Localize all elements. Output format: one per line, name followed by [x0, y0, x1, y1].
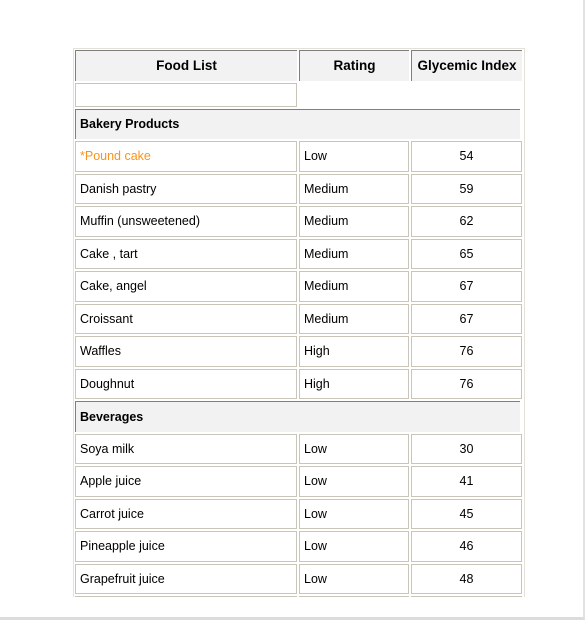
- food-cell: Cake, angel: [75, 271, 297, 302]
- gi-cell: 48: [411, 563, 522, 594]
- rating-cell: Low: [299, 531, 409, 562]
- food-cell: Danish pastry: [75, 173, 297, 204]
- table-row: Muffin (unsweetened) Medium 62: [74, 205, 524, 238]
- table-row: *Pound cake Low 54: [74, 140, 524, 173]
- table-header-row: Food List Rating Glycemic Index: [74, 49, 524, 82]
- empty-row: [74, 82, 524, 108]
- rating-cell: Low: [299, 563, 409, 594]
- header-glycemic-index: Glycemic Index: [411, 50, 522, 81]
- food-cell: Soya milk: [75, 433, 297, 464]
- food-cell: Waffles: [75, 336, 297, 367]
- table-row: Pineapple juice Low 46: [74, 530, 524, 563]
- food-cell: [75, 596, 297, 597]
- rating-cell: Medium: [299, 271, 409, 302]
- table-row: Grapefruit juice Low 48: [74, 563, 524, 596]
- section-row: Beverages: [74, 400, 524, 433]
- header-rating: Rating: [299, 50, 409, 81]
- gi-cell: 62: [411, 206, 522, 237]
- food-cell: Pineapple juice: [75, 531, 297, 562]
- rating-cell: Low: [299, 498, 409, 529]
- rating-cell: High: [299, 336, 409, 367]
- table-row: Cake , tart Medium 65: [74, 238, 524, 271]
- gi-cell: 30: [411, 433, 522, 464]
- gi-cell: [411, 596, 522, 597]
- section-title: Beverages: [75, 401, 520, 432]
- gi-cell: 59: [411, 173, 522, 204]
- table-row: Danish pastry Medium 59: [74, 173, 524, 206]
- food-cell: *Pound cake: [75, 141, 297, 172]
- rating-cell: Low: [299, 433, 409, 464]
- section-row: Bakery Products: [74, 108, 524, 141]
- gi-cell: 76: [411, 368, 522, 399]
- rating-cell: High: [299, 368, 409, 399]
- table-row: Waffles High 76: [74, 335, 524, 368]
- rating-cell: Low: [299, 466, 409, 497]
- table-row: Soya milk Low 30: [74, 433, 524, 466]
- empty-cell: [75, 82, 297, 107]
- gi-cell: 65: [411, 238, 522, 269]
- gi-cell: 76: [411, 336, 522, 367]
- header-food-list: Food List: [75, 50, 297, 81]
- glycemic-index-table: Food List Rating Glycemic Index Bakery P…: [73, 48, 525, 597]
- food-cell: Grapefruit juice: [75, 563, 297, 594]
- table-row: Carrot juice Low 45: [74, 498, 524, 531]
- food-cell: Doughnut: [75, 368, 297, 399]
- rating-cell: Medium: [299, 206, 409, 237]
- food-cell: Cake , tart: [75, 238, 297, 269]
- gi-cell: 54: [411, 141, 522, 172]
- table-body: Bakery Products *Pound cake Low 54 Danish …: [74, 108, 524, 597]
- table-row: Croissant Medium 67: [74, 303, 524, 336]
- rating-cell: [299, 596, 409, 597]
- section-title: Bakery Products: [75, 108, 520, 139]
- rating-cell: Low: [299, 141, 409, 172]
- gi-cell: 67: [411, 303, 522, 334]
- gi-cell: 46: [411, 531, 522, 562]
- food-cell: Muffin (unsweetened): [75, 206, 297, 237]
- food-cell: Croissant: [75, 303, 297, 334]
- gi-cell: 41: [411, 466, 522, 497]
- table-row: Doughnut High 76: [74, 368, 524, 401]
- rating-cell: Medium: [299, 173, 409, 204]
- food-cell: Apple juice: [75, 466, 297, 497]
- table-row: Cake, angel Medium 67: [74, 270, 524, 303]
- food-cell: Carrot juice: [75, 498, 297, 529]
- gi-cell: 67: [411, 271, 522, 302]
- gi-cell: 45: [411, 498, 522, 529]
- table-row: [74, 595, 524, 597]
- rating-cell: Medium: [299, 303, 409, 334]
- table-row: Apple juice Low 41: [74, 465, 524, 498]
- rating-cell: Medium: [299, 238, 409, 269]
